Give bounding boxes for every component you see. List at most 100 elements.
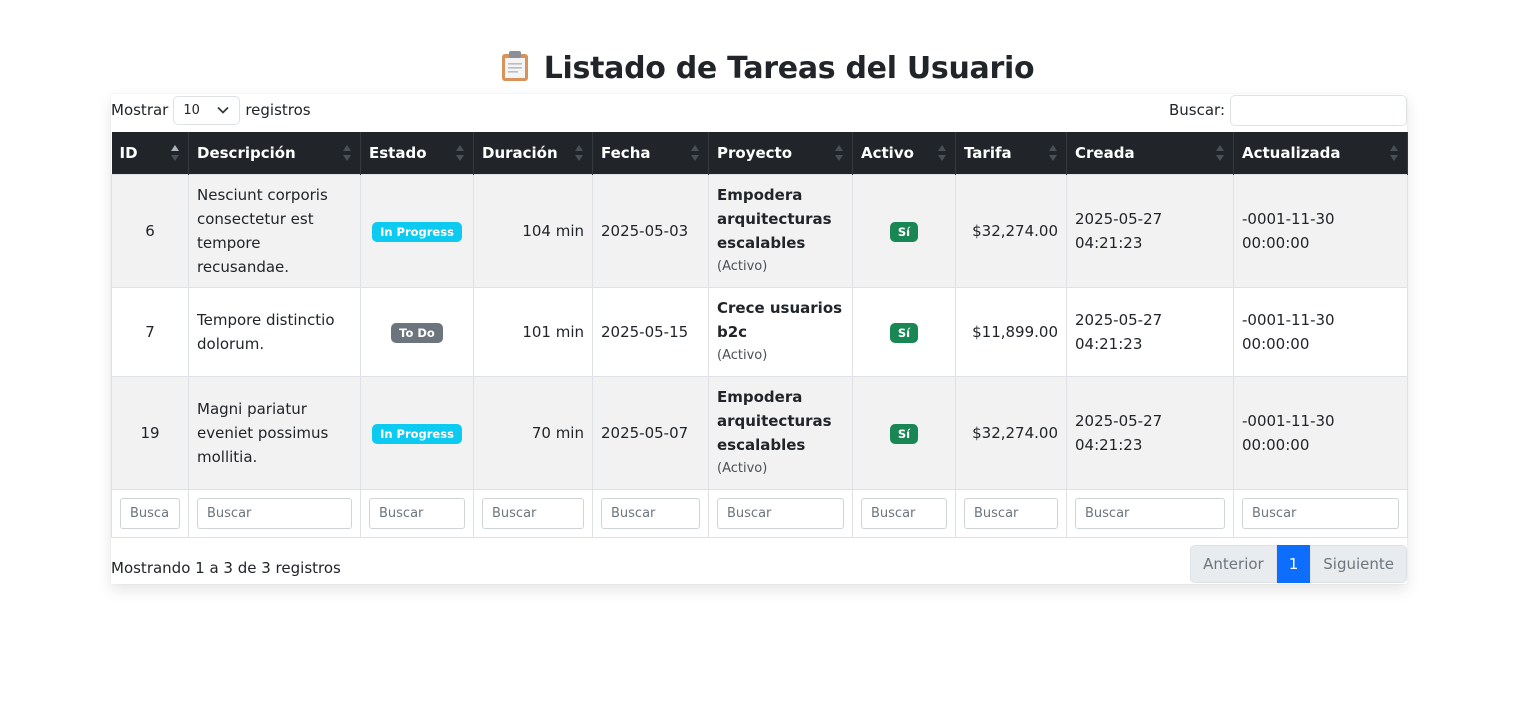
column-header-label: Activo: [861, 143, 914, 162]
active-badge: Sí: [889, 423, 919, 444]
filter-input-created[interactable]: [1075, 497, 1225, 529]
table-info: Mostrando 1 a 3 de 3 registros: [111, 559, 341, 577]
filter-input-description[interactable]: [197, 497, 352, 529]
tasks-table: ID Descripción Estado Duración Fecha Pro…: [111, 132, 1408, 538]
filter-input-updated[interactable]: [1242, 497, 1399, 529]
filter-cell: [852, 488, 956, 538]
filter-input-id[interactable]: [120, 497, 180, 529]
sort-icon: [575, 145, 583, 161]
column-header-label: Proyecto: [717, 143, 793, 162]
project-status: (Activo): [717, 460, 768, 476]
length-label-after: registros: [245, 101, 311, 119]
search-input[interactable]: [1230, 94, 1407, 126]
column-header-duration[interactable]: Duración: [473, 132, 593, 174]
cell-active: Sí: [852, 173, 956, 288]
status-badge: To Do: [391, 322, 443, 343]
cell-description: Tempore distinctio dolorum.: [188, 286, 361, 377]
table-row: 7 Tempore distinctio dolorum. To Do 101 …: [111, 286, 1408, 377]
cell-created: 2025-05-27 04:21:23: [1066, 286, 1234, 377]
clipboard-icon: [501, 51, 528, 82]
filter-cell: [708, 488, 853, 538]
cell-rate: $11,899.00: [955, 286, 1067, 377]
sort-icon: [343, 145, 351, 161]
cell-status: To Do: [360, 286, 474, 377]
project-status: (Activo): [717, 258, 768, 274]
cell-duration: 70 min: [473, 375, 593, 490]
filter-cell: [473, 488, 593, 538]
filter-cell: [188, 488, 361, 538]
cell-date: 2025-05-03: [592, 173, 709, 288]
pagination-next-button[interactable]: Siguiente: [1310, 545, 1407, 583]
filter-input-active[interactable]: [861, 497, 947, 529]
column-header-created[interactable]: Creada: [1066, 132, 1234, 174]
column-header-label: Estado: [369, 143, 427, 162]
filter-input-duration[interactable]: [482, 497, 584, 529]
sort-icon: [1049, 145, 1057, 161]
sort-icon: [1390, 145, 1398, 161]
pagination-previous-button[interactable]: Anterior: [1190, 545, 1277, 583]
project-name: Crece usuarios b2c: [717, 298, 843, 341]
cell-id: 19: [111, 375, 189, 490]
column-header-project[interactable]: Proyecto: [708, 132, 853, 174]
table-controls: Mostrar 10 registros Buscar:: [111, 94, 1407, 126]
cell-description: Magni pariatur eveniet possimus mollitia…: [188, 375, 361, 490]
cell-date: 2025-05-15: [592, 286, 709, 377]
cell-id: 7: [111, 286, 189, 377]
cell-rate: $32,274.00: [955, 173, 1067, 288]
cell-duration: 101 min: [473, 286, 593, 377]
page-length-value: 10: [183, 102, 200, 118]
tasks-table-card: Mostrar 10 registros Buscar: ID Descripc…: [111, 94, 1408, 584]
column-header-updated[interactable]: Actualizada: [1233, 132, 1408, 174]
search-label: Buscar:: [1168, 101, 1225, 119]
filter-input-rate[interactable]: [964, 497, 1058, 529]
sort-ascending-icon: [171, 145, 179, 161]
filter-cell: [1233, 488, 1408, 538]
column-header-label: ID: [119, 143, 138, 162]
cell-status: In Progress: [360, 375, 474, 490]
filter-cell: [1066, 488, 1234, 538]
chevron-down-icon: [217, 106, 229, 114]
column-header-active[interactable]: Activo: [852, 132, 956, 174]
column-header-label: Descripción: [197, 143, 296, 162]
column-header-label: Duración: [482, 143, 558, 162]
sort-icon: [456, 145, 464, 161]
filter-input-status[interactable]: [369, 497, 465, 529]
global-search: Buscar:: [1169, 94, 1407, 126]
active-badge: Sí: [889, 322, 919, 343]
cell-project: Crece usuarios b2c (Activo): [708, 286, 853, 377]
cell-created: 2025-05-27 04:21:23: [1066, 375, 1234, 490]
project-name: Empodera arquitecturas escalables: [717, 387, 832, 454]
cell-project: Empodera arquitecturas escalables (Activo…: [708, 375, 853, 490]
sort-icon: [938, 145, 946, 161]
status-badge: In Progress: [372, 221, 462, 242]
column-header-label: Tarifa: [964, 143, 1012, 162]
cell-rate: $32,274.00: [955, 375, 1067, 490]
header-row: ID Descripción Estado Duración Fecha Pro…: [111, 132, 1408, 174]
filter-input-date[interactable]: [601, 497, 700, 529]
filter-cell: [592, 488, 709, 538]
column-header-description[interactable]: Descripción: [188, 132, 361, 174]
cell-id: 6: [111, 173, 189, 288]
column-filter-row: [111, 488, 1408, 538]
cell-project: Empodera arquitecturas escalables (Activo…: [708, 173, 853, 288]
cell-status: In Progress: [360, 173, 474, 288]
sort-icon: [691, 145, 699, 161]
column-header-id[interactable]: ID: [111, 132, 189, 174]
cell-active: Sí: [852, 375, 956, 490]
pagination-page-button[interactable]: 1: [1276, 545, 1311, 583]
cell-updated: -0001-11-30 00:00:00: [1233, 375, 1408, 490]
table-row: 19 Magni pariatur eveniet possimus molli…: [111, 375, 1408, 490]
column-header-date[interactable]: Fecha: [592, 132, 709, 174]
pagination: Anterior 1 Siguiente: [1190, 545, 1407, 583]
cell-date: 2025-05-07: [592, 375, 709, 490]
column-header-label: Actualizada: [1242, 143, 1341, 162]
sort-icon: [1216, 145, 1224, 161]
page-title: Listado de Tareas del Usuario: [0, 50, 1534, 86]
page-title-text: Listado de Tareas del Usuario: [543, 51, 1035, 87]
project-status: (Activo): [717, 347, 768, 363]
column-header-rate[interactable]: Tarifa: [955, 132, 1067, 174]
cell-active: Sí: [852, 286, 956, 377]
filter-input-project[interactable]: [717, 497, 844, 529]
page-length-select[interactable]: 10: [173, 95, 241, 125]
column-header-status[interactable]: Estado: [360, 132, 474, 174]
